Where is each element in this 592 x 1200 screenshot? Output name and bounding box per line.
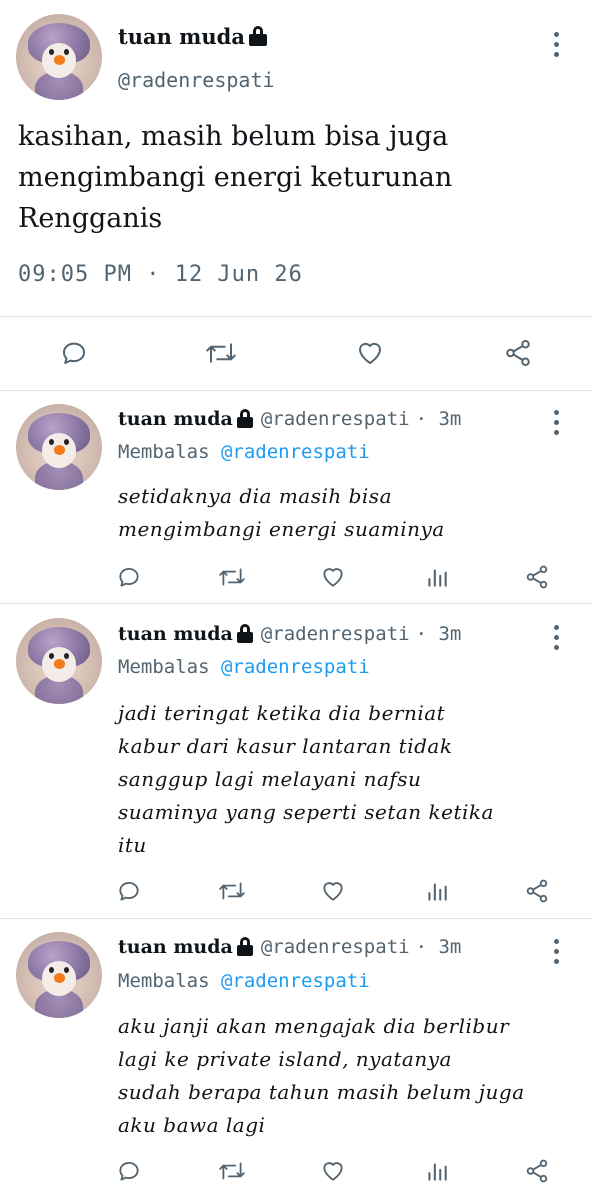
reply-time[interactable]: · 3m — [416, 623, 462, 645]
reply-icon[interactable] — [116, 878, 142, 904]
like-icon[interactable] — [320, 564, 346, 590]
divider — [0, 390, 592, 391]
retweet-icon[interactable] — [204, 338, 238, 368]
more-options-icon[interactable] — [554, 410, 560, 435]
avatar[interactable] — [16, 404, 102, 490]
reply-author[interactable]: tuan muda @radenrespati · 3m — [118, 623, 461, 645]
reply-time[interactable]: · 3m — [416, 408, 462, 430]
more-options-icon[interactable] — [554, 32, 560, 57]
share-icon[interactable] — [524, 1158, 550, 1184]
divider — [0, 316, 592, 317]
author-handle[interactable]: @radenrespati — [118, 68, 275, 92]
reply-icon[interactable] — [116, 1158, 142, 1184]
more-options-icon[interactable] — [554, 939, 560, 964]
tweet-timestamp[interactable]: 09:05 PM · 12 Jun 26 — [18, 262, 303, 287]
replying-to: Membalas @radenrespati — [118, 656, 370, 678]
replying-to-label: Membalas — [118, 656, 210, 678]
like-icon[interactable] — [320, 1158, 346, 1184]
retweet-icon[interactable] — [218, 564, 246, 590]
avatar[interactable] — [16, 14, 102, 100]
avatar[interactable] — [16, 932, 102, 1018]
replying-to: Membalas @radenrespati — [118, 970, 370, 992]
author-name[interactable]: tuan muda — [118, 24, 267, 49]
reply-text: aku janji akan mengajak dia berlibur lag… — [118, 1014, 525, 1137]
divider — [0, 603, 592, 604]
mention-link[interactable]: @radenrespati — [221, 441, 370, 463]
share-icon[interactable] — [502, 338, 534, 368]
like-icon[interactable] — [320, 878, 346, 904]
author-name-text: tuan muda — [118, 408, 233, 430]
tweet-text: kasihan, masih belum bisa juga mengimban… — [18, 121, 453, 234]
replying-to: Membalas @radenrespati — [118, 441, 370, 463]
mention-link[interactable]: @radenrespati — [221, 970, 370, 992]
author-name-text: tuan muda — [118, 24, 245, 49]
reply-text: setidaknya dia masih bisa mengimbangi en… — [118, 484, 445, 541]
author-name-text: tuan muda — [118, 623, 233, 645]
lock-icon — [248, 26, 267, 46]
reply-author[interactable]: tuan muda @radenrespati · 3m — [118, 408, 461, 430]
share-icon[interactable] — [524, 878, 550, 904]
author-handle[interactable]: @radenrespati — [261, 623, 410, 645]
analytics-icon[interactable] — [424, 564, 450, 590]
mention-link[interactable]: @radenrespati — [221, 656, 370, 678]
reply-icon[interactable] — [116, 564, 142, 590]
reply-text: jadi teringat ketika dia berniat kabur d… — [118, 701, 494, 857]
lock-icon — [236, 937, 253, 956]
retweet-icon[interactable] — [218, 1158, 246, 1184]
avatar[interactable] — [16, 618, 102, 704]
analytics-icon[interactable] — [424, 878, 450, 904]
reply-time[interactable]: · 3m — [416, 936, 462, 958]
divider — [0, 918, 592, 919]
reply-icon[interactable] — [58, 338, 90, 368]
author-handle[interactable]: @radenrespati — [261, 936, 410, 958]
more-options-icon[interactable] — [554, 625, 560, 650]
replying-to-label: Membalas — [118, 970, 210, 992]
share-icon[interactable] — [524, 564, 550, 590]
replying-to-label: Membalas — [118, 441, 210, 463]
lock-icon — [236, 409, 253, 428]
lock-icon — [236, 624, 253, 643]
author-handle[interactable]: @radenrespati — [261, 408, 410, 430]
analytics-icon[interactable] — [424, 1158, 450, 1184]
reply-author[interactable]: tuan muda @radenrespati · 3m — [118, 936, 461, 958]
author-name-text: tuan muda — [118, 936, 233, 958]
retweet-icon[interactable] — [218, 878, 246, 904]
like-icon[interactable] — [354, 338, 386, 368]
